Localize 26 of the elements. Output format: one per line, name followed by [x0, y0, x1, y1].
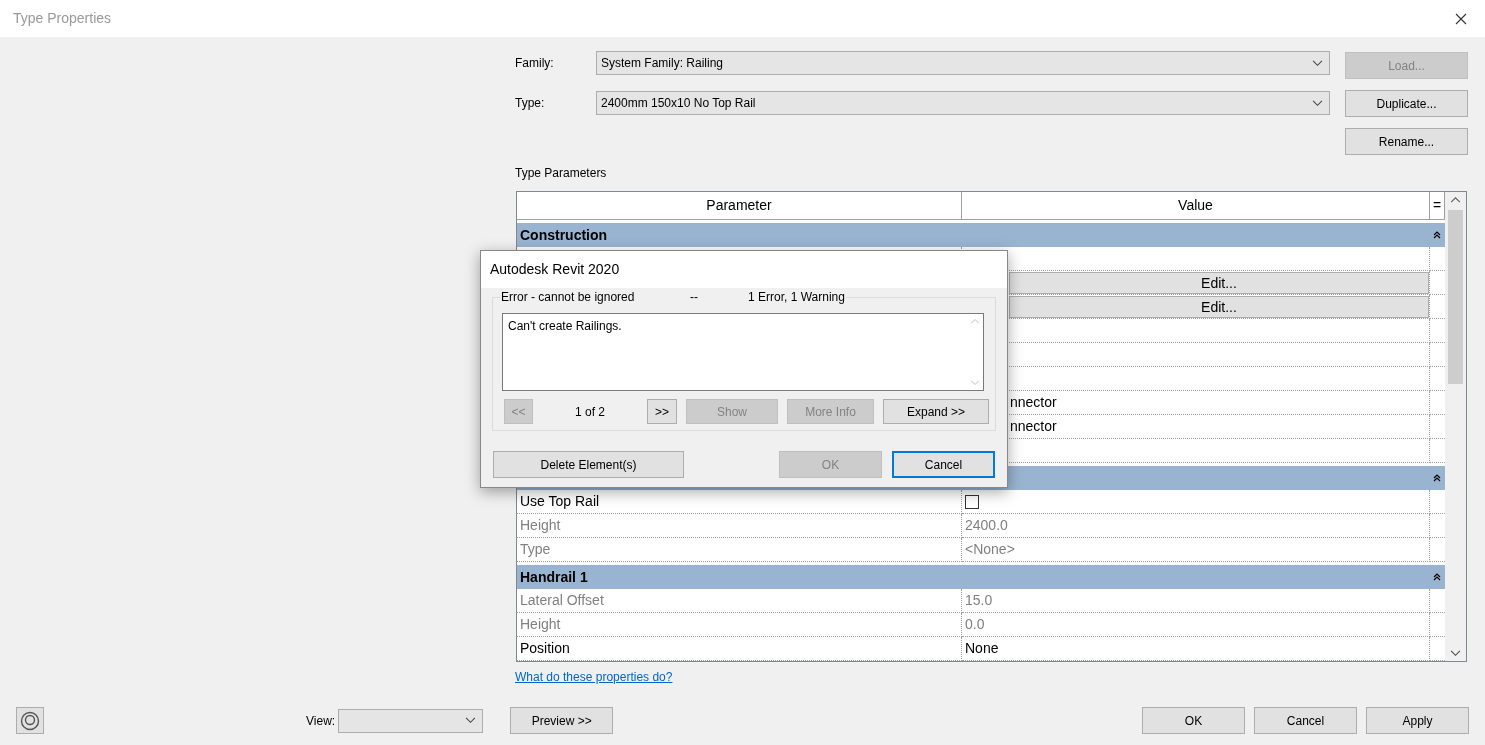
parameter-name: Height	[520, 516, 561, 535]
parameter-value: 15.0	[965, 591, 993, 610]
page-counter: 1 of 2	[575, 403, 605, 421]
parameter-name: Type	[520, 540, 551, 559]
parameter-value: <None>	[965, 540, 1015, 559]
group-name: Construction	[520, 225, 608, 245]
parameter-value: nnector	[1010, 417, 1057, 436]
legend-text: Error - cannot be ignored	[501, 289, 636, 305]
dialog-title: Autodesk Revit 2020	[490, 260, 620, 279]
parameter-value: 2400.0	[965, 516, 1008, 535]
parameter-name: Lateral Offset	[520, 591, 604, 610]
legend-text: --	[690, 289, 699, 305]
parameter-value: nnector	[1010, 393, 1057, 412]
group-name: Handrail 1	[520, 567, 588, 587]
legend-text: 1 Error, 1 Warning	[748, 289, 845, 305]
parameter-value: None	[965, 639, 999, 658]
field-label: Type:	[515, 95, 546, 112]
parameter-name: Use Top Rail	[520, 492, 600, 511]
window-title: Type Properties	[13, 9, 112, 28]
section-label: Type Parameters	[515, 165, 607, 181]
field-label: View:	[306, 712, 336, 730]
field-label: Family:	[515, 55, 555, 72]
parameter-name: Position	[520, 639, 570, 658]
parameter-name: Height	[520, 615, 561, 634]
error-message: Can't create Railings.	[507, 318, 623, 334]
parameter-value: 0.0	[965, 615, 985, 634]
